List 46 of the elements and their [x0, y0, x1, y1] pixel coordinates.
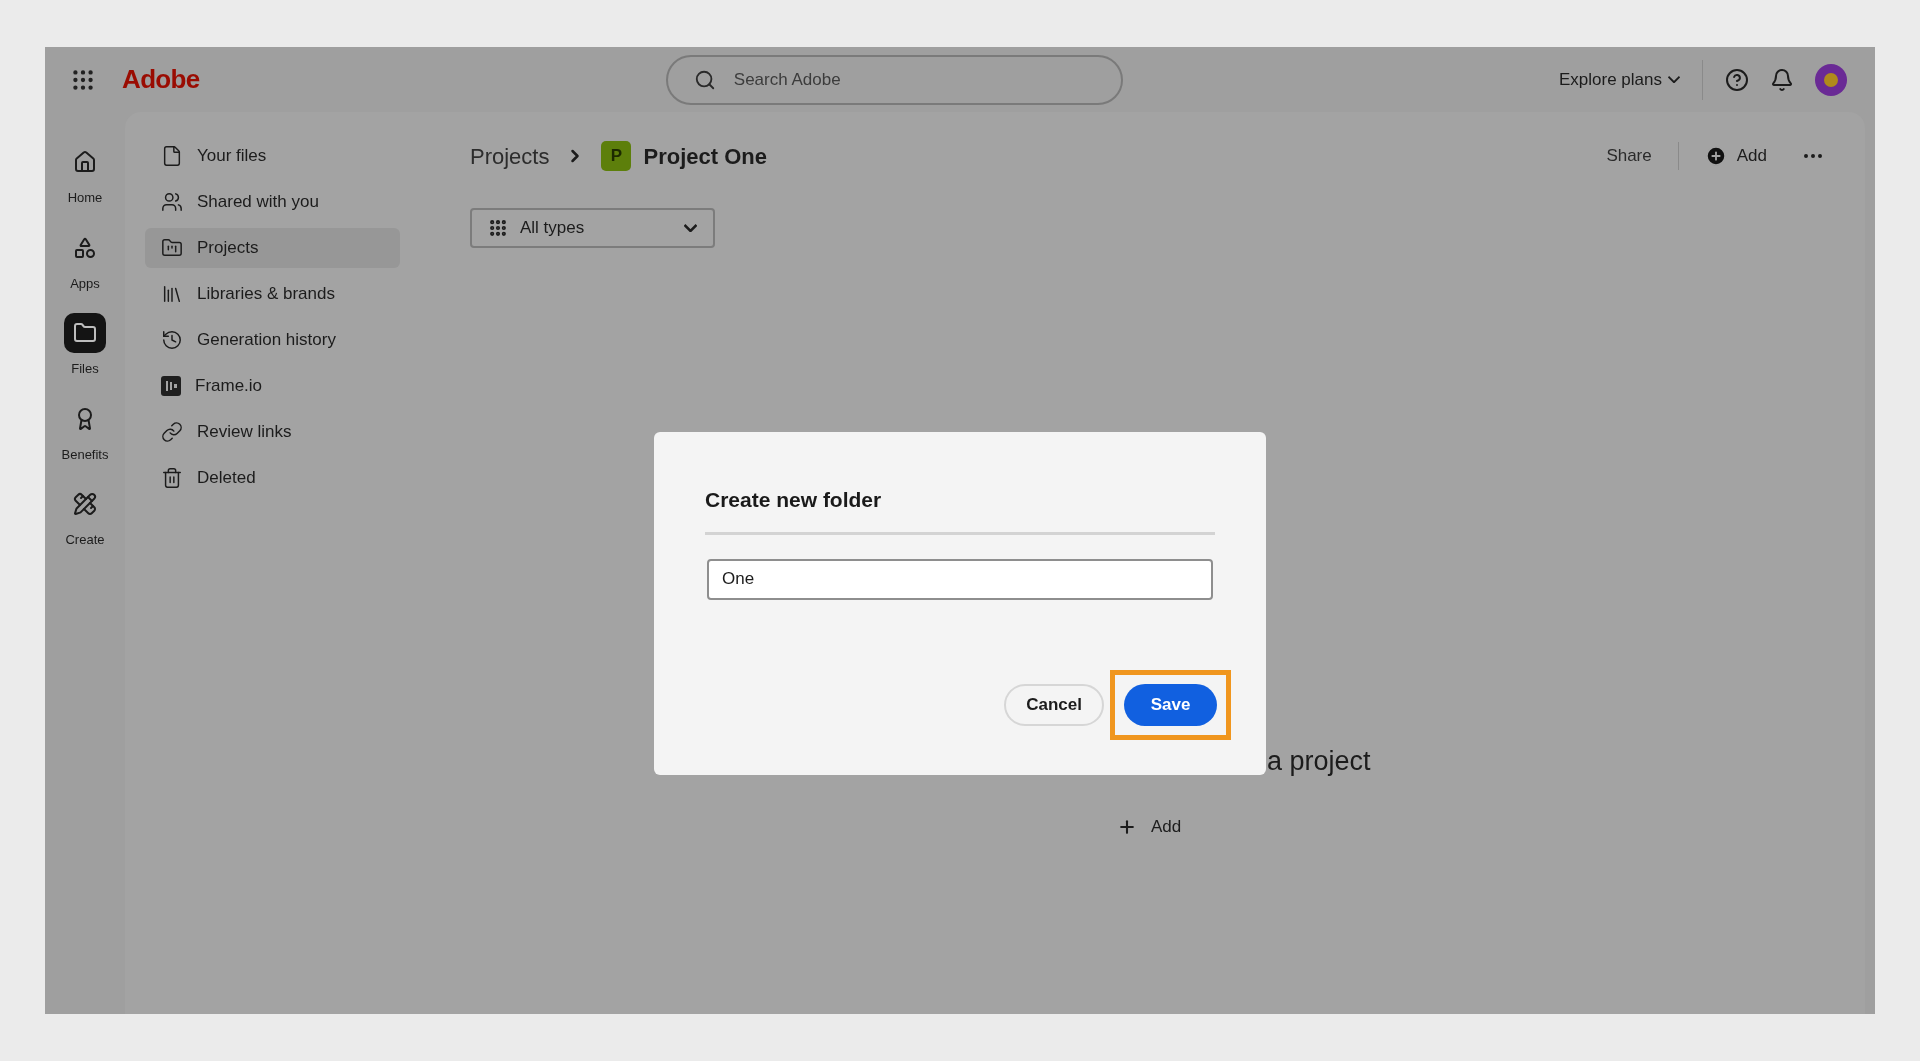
link-icon [161, 421, 183, 443]
avatar[interactable] [1815, 63, 1847, 96]
nav-item[interactable]: Your files [145, 136, 400, 176]
add-button[interactable]: Add [1704, 143, 1767, 169]
plus-circle-icon [1704, 145, 1727, 167]
frame-icon [161, 376, 181, 396]
search-icon [693, 68, 716, 91]
breadcrumb-link[interactable]: Projects [470, 139, 550, 173]
share-button[interactable]: Share [1606, 143, 1652, 169]
trash-icon [161, 467, 183, 489]
rail-item[interactable]: Home [64, 142, 106, 208]
nav-item[interactable]: Deleted [145, 458, 400, 498]
file-icon [161, 145, 183, 167]
folder-name-field[interactable]: One [707, 558, 1213, 600]
nav-item[interactable]: Review links [145, 412, 400, 452]
pencil-ruler-icon [73, 492, 97, 516]
grid-icon [488, 218, 508, 238]
people-icon [161, 191, 183, 213]
rail-item[interactable]: Apps [64, 227, 106, 293]
project-icon [161, 237, 183, 259]
empty-state-add-button[interactable]: Add [1117, 814, 1182, 840]
rail-item[interactable]: Benefits [61, 398, 109, 464]
rail-item[interactable]: Create [64, 484, 106, 550]
nav-item[interactable]: Generation history [145, 320, 400, 360]
type-filter-dropdown[interactable]: All types [470, 208, 715, 248]
chevron-icon [1668, 76, 1680, 83]
cancel-button[interactable]: Cancel [1004, 683, 1104, 726]
nav-item[interactable]: Projects [145, 228, 400, 268]
library-icon [161, 283, 183, 305]
home-icon [73, 150, 97, 174]
project-badge: P [601, 141, 632, 171]
nav-item[interactable]: Frame.io [145, 366, 400, 406]
dialog-title: Create new folder [705, 487, 883, 513]
help-icon[interactable] [1725, 67, 1749, 92]
search-field[interactable]: Search Adobe [665, 54, 1123, 105]
shapes-icon [73, 235, 97, 260]
explore-plans-dropdown[interactable]: Explore plans [1559, 66, 1680, 93]
history-icon [161, 329, 183, 351]
empty-state-title: a project [1267, 745, 1371, 778]
folder-icon [73, 321, 97, 345]
project-title: Project One [643, 142, 767, 171]
nav-item[interactable]: Shared with you [145, 182, 400, 222]
chevron-icon [684, 224, 697, 232]
nav-item[interactable]: Libraries & brands [145, 274, 400, 314]
save-button[interactable]: Save [1124, 683, 1217, 726]
notification-icon[interactable] [1770, 67, 1794, 92]
